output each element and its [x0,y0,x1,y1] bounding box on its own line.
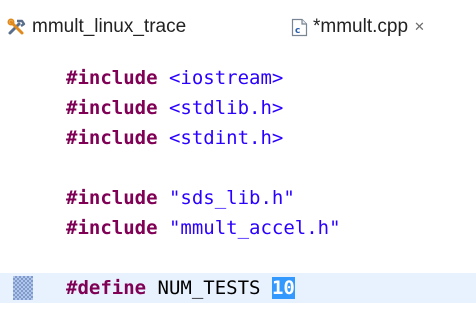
svg-text:c: c [295,26,300,36]
tab-label: *mmult.cpp [313,16,409,37]
include-target: <iostream> [168,67,284,89]
preprocessor-keyword: #define [66,277,147,299]
occurrence-marker[interactable] [13,276,33,300]
tab-mmult-linux-trace[interactable]: mmult_linux_trace [7,12,186,42]
selected-value[interactable]: 10 [271,277,295,299]
macro-name: NUM_TESTS [157,277,261,299]
preprocessor-keyword: #include [66,67,158,89]
preprocessor-keyword: #include [66,97,158,119]
include-target: <stdlib.h> [168,97,284,119]
preprocessor-keyword: #include [66,187,158,209]
include-target: <stdint.h> [168,127,284,149]
tab-label: mmult_linux_trace [32,16,187,37]
include-target: "sds_lib.h" [168,187,295,209]
code-line: #include <iostream> [0,63,476,93]
editor-tab-bar: mmult_linux_trace c *mmult.cpp ✕ [0,0,476,53]
include-target: "mmult_accel.h" [168,217,341,239]
preprocessor-keyword: #include [66,217,158,239]
code-line: #include "mmult_accel.h" [0,213,476,243]
code-line: #include "sds_lib.h" [0,183,476,213]
code-line-current: #define NUM_TESTS 10 [0,273,476,303]
trace-tools-icon [7,18,27,36]
tab-mmult-cpp[interactable]: c *mmult.cpp ✕ [291,12,425,42]
code-line: #include <stdlib.h> [0,93,476,123]
close-icon[interactable]: ✕ [414,20,425,35]
cpp-file-icon: c [291,18,308,37]
ide-editor-window: mmult_linux_trace c *mmult.cpp ✕ #includ… [0,0,476,315]
code-line: #include <stdint.h> [0,123,476,153]
code-editor[interactable]: #include <iostream> #include <stdlib.h> … [0,53,476,315]
preprocessor-keyword: #include [66,127,158,149]
